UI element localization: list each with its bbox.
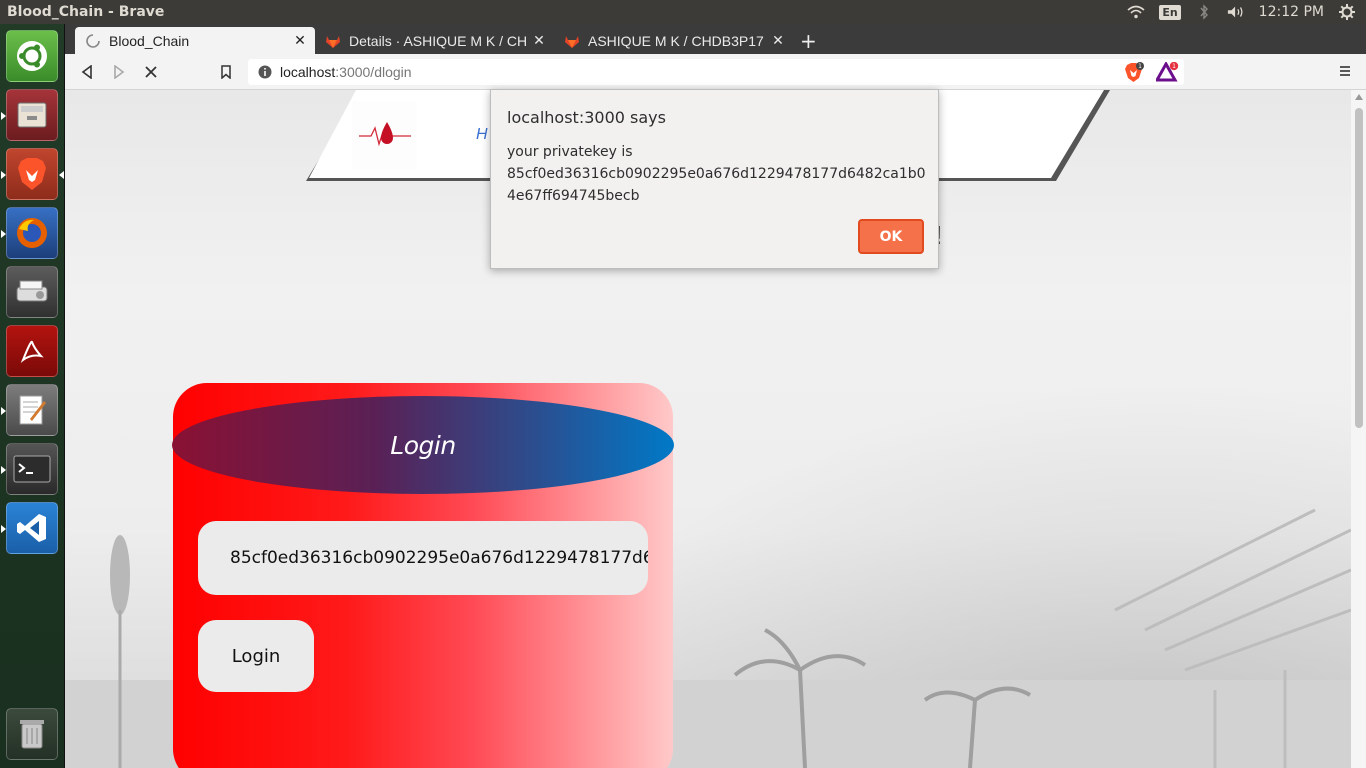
address-bar[interactable]: localhost:3000/dlogin <box>248 59 1184 85</box>
tab-close-icon[interactable]: ✕ <box>769 33 787 49</box>
dialog-title: localhost:3000 says <box>507 108 666 127</box>
forward-button[interactable] <box>109 62 129 82</box>
hamburger-menu-icon[interactable] <box>1338 63 1352 81</box>
url-host: localhost <box>280 64 336 80</box>
scanner-icon[interactable] <box>6 266 58 318</box>
alert-dialog: localhost:3000 says your privatekey is 8… <box>490 89 939 269</box>
text-editor-icon[interactable] <box>1 384 58 436</box>
ubuntu-dash-icon[interactable] <box>6 30 58 82</box>
tab-title: ASHIQUE M K / CHDB3P17 <box>588 32 764 49</box>
site-info-icon[interactable] <box>258 65 272 79</box>
banner-nav-link[interactable]: H <box>476 126 488 144</box>
browser-tab-bar: Blood_Chain ✕ Details · ASHIQUE M K / CH… <box>65 24 1366 54</box>
loading-spinner-icon <box>85 33 101 49</box>
bookmark-icon[interactable] <box>216 62 236 82</box>
dialog-message-line: your privatekey is <box>507 144 633 160</box>
volume-icon[interactable] <box>1227 4 1245 20</box>
brave-browser-icon[interactable] <box>1 148 64 200</box>
login-button[interactable]: Login <box>198 620 314 692</box>
unity-launcher <box>0 24 65 768</box>
trash-icon[interactable] <box>6 708 58 760</box>
tab-close-icon[interactable]: ✕ <box>530 33 548 49</box>
pdf-reader-icon[interactable] <box>6 325 58 377</box>
rewards-badge: 1 <box>1172 63 1176 70</box>
new-tab-button[interactable]: + <box>800 29 817 53</box>
bluetooth-icon[interactable] <box>1195 4 1213 20</box>
tab-title: Blood_Chain <box>109 32 190 49</box>
dialog-message: your privatekey is 85cf0ed36316cb0902295… <box>507 141 927 207</box>
dialog-ok-button[interactable]: OK <box>858 219 924 254</box>
system-tray: En 12:12 PM <box>1127 0 1366 24</box>
tab-title: Details · ASHIQUE M K / CH <box>349 32 528 49</box>
tab-blood-chain[interactable]: Blood_Chain ✕ <box>75 27 315 54</box>
page-scrollbar[interactable] <box>1351 90 1366 768</box>
brave-rewards-icon[interactable]: 1 <box>1154 60 1179 82</box>
scrollbar-thumb[interactable] <box>1355 108 1363 428</box>
vscode-icon[interactable] <box>1 502 58 554</box>
tab-close-icon[interactable]: ✕ <box>291 33 309 49</box>
clock[interactable]: 12:12 PM <box>1259 4 1324 20</box>
files-icon[interactable] <box>1 89 58 141</box>
login-title: Login <box>390 430 456 460</box>
blood-chain-logo[interactable] <box>352 101 417 170</box>
terminal-icon[interactable] <box>1 443 58 495</box>
firefox-icon[interactable] <box>1 207 58 259</box>
browser-toolbar: localhost:3000/dlogin 1 1 <box>65 54 1366 90</box>
stop-loading-button[interactable] <box>141 62 161 82</box>
window-title: Blood_Chain - Brave <box>7 4 165 20</box>
scroll-up-icon[interactable] <box>1355 94 1363 100</box>
wifi-icon[interactable] <box>1127 4 1145 20</box>
gitlab-favicon-icon <box>564 33 580 49</box>
tab-details[interactable]: Details · ASHIQUE M K / CH ✕ <box>315 27 554 54</box>
url-path: :3000/dlogin <box>335 64 412 80</box>
login-header: Login <box>172 396 674 494</box>
desktop-top-panel: Blood_Chain - Brave En 12:12 PM <box>0 0 1366 24</box>
shield-badge: 1 <box>1138 63 1142 70</box>
tab-ashique-repo[interactable]: ASHIQUE M K / CHDB3P17 ✕ <box>554 27 793 54</box>
private-key-input[interactable]: 85cf0ed36316cb0902295e0a676d1229478177d6… <box>198 521 648 595</box>
gitlab-favicon-icon <box>325 33 341 49</box>
keyboard-layout-indicator[interactable]: En <box>1159 4 1181 20</box>
settings-gear-icon[interactable] <box>1338 4 1356 20</box>
back-button[interactable] <box>77 62 97 82</box>
brave-shields-icon[interactable]: 1 <box>1123 62 1144 82</box>
dialog-private-key: 85cf0ed36316cb0902295e0a676d1229478177d6… <box>507 166 926 204</box>
